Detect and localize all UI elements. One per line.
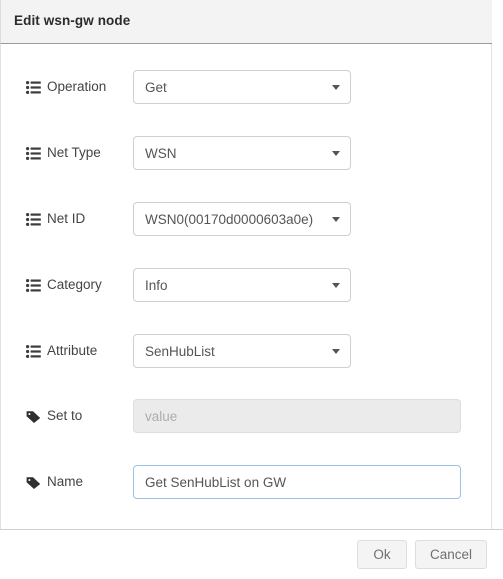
select-operation[interactable]: Get [133, 70, 351, 104]
cancel-button[interactable]: Cancel [414, 540, 487, 569]
dialog-body: Operation Get Net Type WSN Net ID WSN0(0… [0, 44, 492, 529]
chevron-down-icon [332, 217, 340, 222]
label-set-to-text: Set to [47, 408, 83, 423]
select-category-value: Info [145, 278, 168, 293]
label-net-type: Net Type [26, 136, 101, 170]
label-name-text: Name [47, 474, 84, 489]
input-set-to[interactable]: value [133, 399, 461, 433]
select-net-id[interactable]: WSN0(00170d0000603a0e) [133, 202, 351, 236]
input-set-to-placeholder: value [145, 409, 178, 424]
select-net-type-value: WSN [145, 146, 177, 161]
label-net-type-text: Net Type [47, 145, 101, 160]
label-net-id-text: Net ID [47, 211, 86, 226]
form-row-set-to: Set to value [1, 399, 491, 433]
dialog-footer: Ok Cancel [0, 529, 503, 579]
chevron-down-icon [332, 151, 340, 156]
list-icon [26, 278, 41, 292]
select-attribute-value: SenHubList [145, 344, 215, 359]
dialog-title: Edit wsn-gw node [14, 13, 131, 28]
list-icon [26, 212, 41, 226]
label-set-to: Set to [26, 399, 82, 433]
list-icon [26, 80, 41, 94]
dialog-header: Edit wsn-gw node [0, 0, 492, 44]
label-attribute: Attribute [26, 334, 97, 368]
label-net-id: Net ID [26, 202, 85, 236]
chevron-down-icon [332, 349, 340, 354]
select-attribute[interactable]: SenHubList [133, 334, 351, 368]
tag-icon [26, 410, 41, 423]
edit-node-dialog: Edit wsn-gw node Operation Get Net Type … [0, 0, 503, 579]
chevron-down-icon [332, 85, 340, 90]
form-row-name: Name Get SenHubList on GW [1, 465, 491, 499]
label-category-text: Category [47, 277, 102, 292]
select-operation-value: Get [145, 80, 167, 95]
input-name-value: Get SenHubList on GW [145, 475, 287, 490]
list-icon [26, 344, 41, 358]
input-name[interactable]: Get SenHubList on GW [133, 465, 461, 499]
label-category: Category [26, 268, 102, 302]
select-category[interactable]: Info [133, 268, 351, 302]
label-operation-text: Operation [47, 79, 107, 94]
select-net-type[interactable]: WSN [133, 136, 351, 170]
chevron-down-icon [332, 283, 340, 288]
form-row-net-id: Net ID WSN0(00170d0000603a0e) [1, 202, 491, 236]
label-name: Name [26, 465, 83, 499]
ok-button[interactable]: Ok [356, 540, 407, 569]
form-row-net-type: Net Type WSN [1, 136, 491, 170]
footer-button-group: Ok Cancel [356, 540, 487, 569]
form-row-category: Category Info [1, 268, 491, 302]
label-attribute-text: Attribute [47, 343, 98, 358]
label-operation: Operation [26, 70, 106, 104]
form-row-attribute: Attribute SenHubList [1, 334, 491, 368]
form-row-operation: Operation Get [1, 70, 491, 104]
select-net-id-value: WSN0(00170d0000603a0e) [145, 212, 314, 227]
tag-icon [26, 476, 41, 489]
list-icon [26, 146, 41, 160]
